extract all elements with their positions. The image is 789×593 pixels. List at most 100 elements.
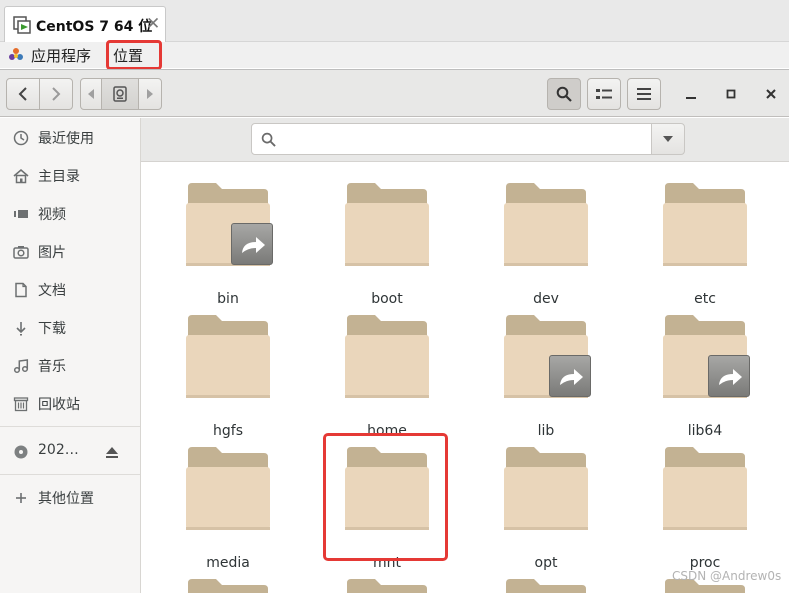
folder-item[interactable]: boot (332, 181, 442, 309)
hamburger-icon (637, 88, 651, 100)
sidebar-item-label: 文档 (38, 283, 66, 299)
folder-item[interactable]: etc (650, 181, 760, 309)
sidebar-item-home[interactable]: 主目录 (0, 161, 140, 191)
folder-icon (186, 315, 270, 398)
folder-icon[interactable] (504, 577, 588, 593)
sidebar-item-videos[interactable]: 视频 (0, 199, 140, 229)
sidebar-item-music[interactable]: 音乐 (0, 351, 140, 381)
back-button[interactable] (6, 78, 40, 110)
folder-icon (504, 447, 588, 530)
window-header-bar (0, 69, 789, 117)
path-scroll-left-button[interactable] (80, 78, 102, 110)
forward-button[interactable] (39, 78, 73, 110)
symlink-arrow-icon (549, 355, 591, 397)
vm-tab-title: CentOS 7 64 位 (36, 19, 153, 35)
mnt-folder-highlight (323, 433, 448, 561)
sidebar-item-trash[interactable]: 回收站 (0, 389, 140, 419)
sidebar-item-label: 202… (38, 442, 79, 458)
app-menu-icon (9, 48, 23, 60)
sidebar-separator (0, 426, 140, 427)
trash-icon (13, 397, 29, 412)
symlink-arrow-icon (231, 223, 273, 265)
hamburger-menu-button[interactable] (627, 78, 661, 110)
folder-icon (504, 183, 588, 266)
plus-icon (16, 493, 26, 503)
folder-item[interactable]: lib64 (650, 313, 760, 441)
disc-icon (14, 445, 28, 459)
sidebar-item-pictures[interactable]: 图片 (0, 237, 140, 267)
video-icon (14, 210, 28, 218)
symlink-arrow-icon (708, 355, 750, 397)
chevron-left-icon (18, 87, 27, 101)
view-mode-button[interactable] (587, 78, 621, 110)
folder-icon (345, 183, 429, 266)
search-button[interactable] (547, 78, 581, 110)
sidebar-item-drive[interactable]: 202… (0, 437, 140, 467)
search-icon (261, 132, 276, 147)
file-name: lib64 (687, 423, 723, 439)
sidebar-item-label: 主目录 (38, 169, 80, 185)
close-icon[interactable] (760, 83, 782, 105)
triangle-left-icon (88, 89, 94, 99)
folder-icon (663, 447, 747, 530)
folder-icon (663, 183, 747, 266)
folder-item[interactable]: dev (491, 181, 601, 309)
file-name: lib (537, 423, 555, 439)
folder-item[interactable]: hgfs (173, 313, 283, 441)
file-name: bin (217, 291, 239, 307)
places-menu-highlight (106, 40, 162, 70)
sidebar-item-documents[interactable]: 文档 (0, 275, 140, 305)
path-scroll-right-button[interactable] (138, 78, 162, 110)
list-view-icon (596, 89, 612, 99)
sidebar-separator (0, 474, 140, 475)
sidebar-item-label: 最近使用 (38, 131, 94, 147)
path-root-button[interactable] (101, 78, 139, 110)
vm-power-icon (13, 16, 31, 34)
file-name: media (206, 555, 250, 571)
camera-icon (13, 246, 29, 259)
sidebar-item-label: 音乐 (38, 359, 66, 375)
folder-icon[interactable] (186, 577, 270, 593)
vm-tab-close-icon[interactable]: ✕ (146, 14, 160, 34)
eject-icon[interactable] (104, 444, 120, 460)
sidebar-item-other-locations[interactable]: 其他位置 (0, 483, 140, 513)
drive-icon (113, 86, 127, 102)
file-grid: bin boot dev etc hgfs home lib lib64 med… (141, 163, 789, 593)
triangle-right-icon (147, 89, 153, 99)
chevron-right-icon (52, 87, 61, 101)
file-name: opt (534, 555, 558, 571)
vm-tab[interactable]: CentOS 7 64 位 ✕ (4, 6, 166, 42)
location-search-input[interactable] (251, 123, 652, 155)
sidebar-item-downloads[interactable]: 下载 (0, 313, 140, 343)
folder-icon (186, 447, 270, 530)
document-icon (15, 282, 27, 298)
clock-icon (13, 130, 29, 146)
sidebar-item-label: 图片 (38, 245, 66, 261)
folder-icon[interactable] (345, 577, 429, 593)
folder-item[interactable]: proc (650, 445, 760, 573)
folder-item[interactable]: home (332, 313, 442, 441)
watermark: CSDN @Andrew0s (672, 569, 782, 583)
sidebar-item-recent[interactable]: 最近使用 (0, 123, 140, 153)
search-icon (556, 86, 572, 102)
file-name: hgfs (213, 423, 243, 439)
sidebar-item-label: 其他位置 (38, 491, 94, 507)
chevron-down-icon (663, 136, 673, 142)
location-dropdown-button[interactable] (651, 123, 685, 155)
music-icon (13, 359, 29, 374)
sidebar: 最近使用 主目录 视频 图片 文档 下载 音乐 回收站 202… 其他位置 (0, 118, 141, 593)
folder-item[interactable]: bin (173, 181, 283, 309)
sidebar-item-label: 视频 (38, 207, 66, 223)
folder-icon (345, 315, 429, 398)
download-icon (16, 322, 26, 336)
vm-tab-strip: CentOS 7 64 位 ✕ (0, 0, 789, 42)
maximize-icon[interactable] (720, 83, 742, 105)
file-name: boot (371, 291, 403, 307)
folder-item[interactable]: lib (491, 313, 601, 441)
applications-menu[interactable]: 应用程序 (31, 45, 91, 66)
folder-item[interactable]: opt (491, 445, 601, 573)
file-name: etc (694, 291, 716, 307)
folder-item[interactable]: media (173, 445, 283, 573)
minimize-icon[interactable] (680, 83, 702, 105)
file-name: dev (533, 291, 559, 307)
